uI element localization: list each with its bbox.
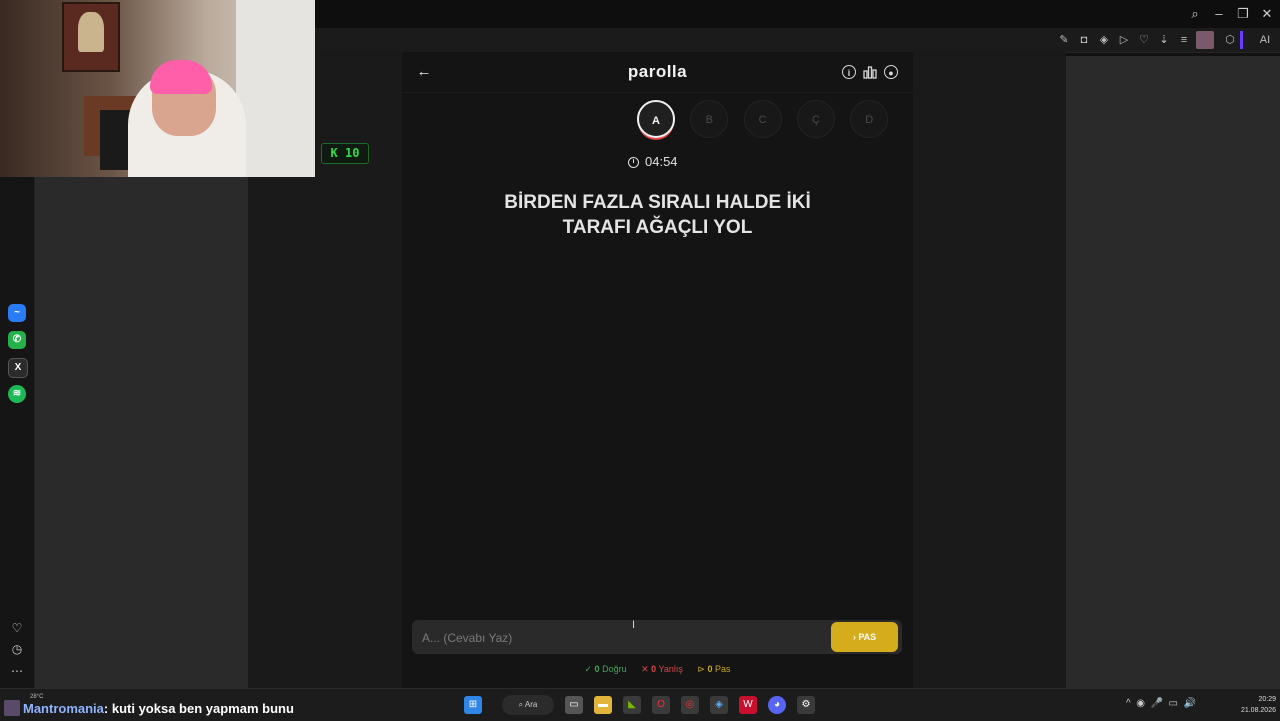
info-icon[interactable]: i: [842, 65, 856, 79]
answer-bar: › PAS: [412, 620, 902, 654]
streamer-hair: [150, 60, 212, 94]
windows-start-icon[interactable]: ⊞: [464, 696, 482, 714]
whatsapp-icon[interactable]: ✆: [8, 331, 26, 349]
app-icon[interactable]: ◎: [681, 696, 699, 714]
timer-value: 04:54: [645, 154, 678, 169]
discord-icon[interactable]: ◕: [768, 696, 786, 714]
correct-score: ✓ 0 Doğru: [584, 664, 627, 674]
wrong-score: ✕ 0 Yanlış: [641, 664, 683, 674]
stats-icon[interactable]: [863, 65, 877, 79]
wps-icon[interactable]: W: [739, 696, 757, 714]
ai-button[interactable]: AI: [1254, 31, 1276, 49]
profile-icon[interactable]: [1196, 31, 1214, 49]
score-row: ✓ 0 Doğru ✕ 0 Yanlış ⊳ 0 Pas: [402, 664, 913, 675]
letter-2: B: [690, 100, 729, 138]
letter-5: D: [850, 100, 889, 138]
history-icon[interactable]: ◷: [8, 640, 26, 658]
question-line-1: BİRDEN FAZLA SIRALI HALDE İKİ: [504, 192, 811, 213]
pass-score: ⊳ 0 Pas: [697, 664, 731, 674]
taskbar: 28°C Mantromania: kuti yoksa ben yapmam …: [0, 688, 1280, 721]
ai-label: AI: [1259, 34, 1271, 46]
restore-button[interactable]: ❐: [1233, 4, 1253, 24]
chat-username: Mantromania: [23, 701, 104, 716]
chat-avatar: [4, 700, 20, 716]
download-icon[interactable]: ⇣: [1155, 31, 1173, 49]
app-title: parolla: [627, 62, 688, 81]
letter-3: C: [743, 100, 782, 138]
taskbar-clock[interactable]: 20:29 21.08.2026: [1222, 694, 1276, 716]
shield-app-icon[interactable]: ◈: [710, 696, 728, 714]
camera-icon[interactable]: ◘: [1075, 31, 1093, 49]
accent-divider: [1240, 31, 1243, 49]
task-view-icon[interactable]: ▭: [565, 696, 583, 714]
edit-icon[interactable]: ✎: [1055, 31, 1073, 49]
letter-4: Ç: [796, 100, 835, 138]
search-icon[interactable]: ⌕: [1185, 4, 1205, 24]
chat-overlay: Mantromania: kuti yoksa ben yapmam bunu: [4, 700, 294, 718]
chat-message: : kuti yoksa ben yapmam bunu: [103, 701, 294, 716]
window: [236, 0, 315, 177]
timer: 04:54: [628, 154, 678, 170]
app-header: ← parolla i ●: [402, 52, 913, 93]
answer-input[interactable]: [420, 626, 824, 650]
clock-icon: [628, 157, 639, 168]
chevron-right-icon: ›: [852, 632, 856, 642]
right-panel: [1066, 56, 1280, 688]
menu-icon[interactable]: ≡: [1175, 31, 1193, 49]
text-cursor-icon: I: [632, 619, 636, 631]
kick-viewer-badge: K 10: [321, 143, 369, 164]
heart-icon[interactable]: ♡: [8, 619, 26, 637]
close-button[interactable]: ✕: [1257, 4, 1277, 24]
question-text: BİRDEN FAZLA SIRALI HALDE İKİ TARAFI AĞA…: [442, 190, 873, 240]
cube-icon[interactable]: ⬡: [1221, 31, 1239, 49]
parolla-app: ← parolla i ● ABCÇD 04:54 BİRDEN FAZLA S…: [402, 52, 913, 688]
minimize-button[interactable]: –: [1209, 4, 1229, 24]
system-tray[interactable]: ^ ◉ 🎤 ▭ 🔊: [1126, 698, 1196, 712]
opera-gx-icon[interactable]: O: [652, 696, 670, 714]
profile-icon[interactable]: ●: [884, 65, 898, 79]
portrait-frame: [62, 2, 120, 72]
file-explorer-icon[interactable]: ▬: [594, 696, 612, 714]
shield-icon[interactable]: ◈: [1095, 31, 1113, 49]
messenger-icon[interactable]: ~: [8, 304, 26, 322]
steam-icon[interactable]: ⚙: [797, 696, 815, 714]
taskbar-search[interactable]: ⌕ Ara: [502, 695, 554, 715]
spotify-icon[interactable]: ≋: [8, 385, 26, 403]
webcam-overlay: [0, 0, 315, 177]
more-icon[interactable]: ⋯: [8, 662, 26, 680]
letter-1: A: [637, 100, 675, 138]
question-line-2: TARAFI AĞAÇLI YOL: [562, 217, 753, 238]
heart-icon[interactable]: ♡: [1135, 31, 1153, 49]
right-gutter: [913, 52, 1066, 688]
x-icon[interactable]: X: [8, 358, 28, 378]
pass-button[interactable]: › PAS: [831, 622, 898, 652]
play-icon[interactable]: ▷: [1115, 31, 1133, 49]
nvidia-icon[interactable]: ◣: [623, 696, 641, 714]
